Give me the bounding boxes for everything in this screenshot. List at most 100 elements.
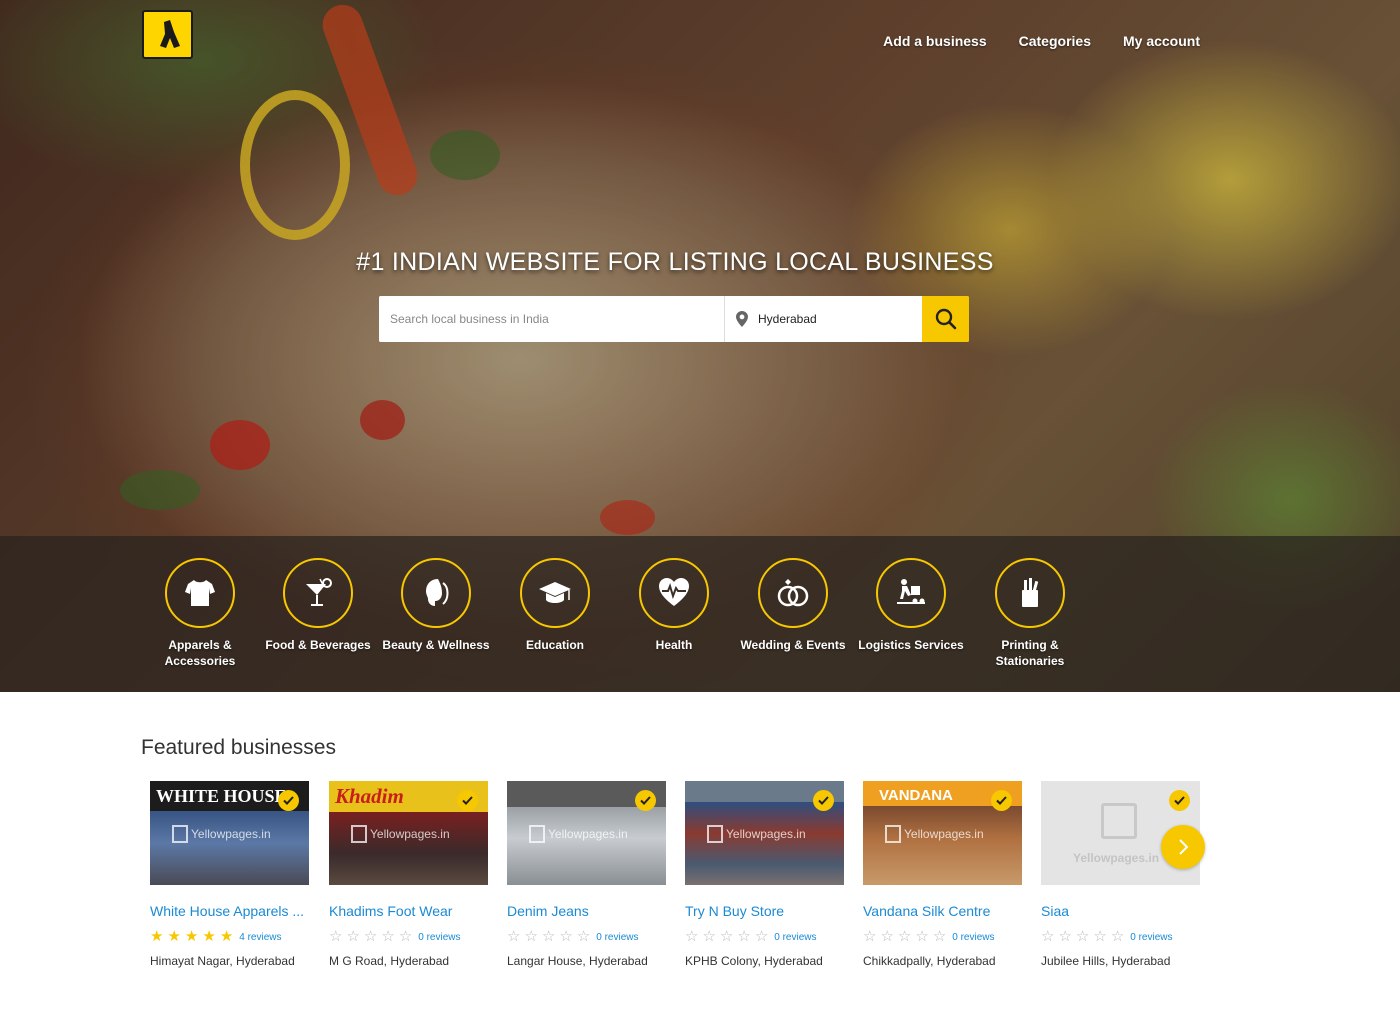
star-icon: ☆ — [398, 928, 413, 945]
heart-pulse-icon — [659, 578, 689, 606]
star-icon: ☆ — [754, 928, 769, 945]
category-apparels[interactable]: Apparels & Accessories — [140, 558, 260, 669]
category-label: Food & Beverages — [265, 638, 371, 652]
watermark-text: Yellowpages.in — [548, 827, 628, 841]
hero-headline: #1 INDIAN WEBSITE FOR LISTING LOCAL BUSI… — [356, 248, 994, 276]
watermark: Yellowpages.in — [351, 825, 450, 843]
category-icon-ring — [639, 558, 709, 628]
shirt-icon — [185, 580, 215, 606]
star-rating: ☆ ☆ ☆ ☆ ☆ — [1041, 928, 1125, 945]
featured-title: Featured businesses — [141, 736, 336, 759]
business-name-link[interactable]: Vandana Silk Centre — [863, 903, 1022, 919]
star-rating: ☆ ☆ ☆ ☆ ☆ — [329, 928, 413, 945]
business-name-link[interactable]: Siaa — [1041, 903, 1200, 919]
rating-row: ☆ ☆ ☆ ☆ ☆ 0 reviews — [329, 928, 488, 945]
location-field-wrap — [725, 296, 922, 342]
carousel-next-button[interactable] — [1161, 825, 1205, 869]
star-rating: ☆ ☆ ☆ ☆ ☆ — [863, 928, 946, 945]
reviews-link[interactable]: 0 reviews — [1130, 932, 1172, 943]
star-rating: ☆ ☆ ☆ ☆ ☆ — [507, 928, 591, 945]
star-icon: ☆ — [1075, 928, 1090, 945]
category-label: Health — [655, 638, 693, 652]
category-education[interactable]: Education — [495, 558, 615, 653]
chevron-right-icon — [1179, 839, 1189, 855]
business-name-link[interactable]: Denim Jeans — [507, 903, 666, 919]
business-thumbnail[interactable]: Yellowpages.in — [685, 781, 844, 885]
star-icon: ☆ — [541, 928, 556, 945]
category-icon-ring — [758, 558, 828, 628]
category-label: Apparels & Accessories — [164, 638, 236, 668]
business-location: M G Road, Hyderabad — [329, 954, 450, 968]
watermark-logo-icon — [529, 825, 545, 843]
star-icon: ☆ — [576, 928, 591, 945]
business-name-link[interactable]: White House Apparels ... — [150, 903, 309, 919]
nav-add-business[interactable]: Add a business — [883, 33, 986, 49]
business-thumbnail[interactable]: Yellowpages.in — [507, 781, 666, 885]
category-health[interactable]: Health — [614, 558, 734, 653]
reviews-link[interactable]: 0 reviews — [774, 932, 816, 943]
reviews-link[interactable]: 0 reviews — [952, 932, 994, 943]
location-input[interactable] — [725, 296, 922, 342]
verified-check-icon — [813, 790, 834, 811]
star-icon: ☆ — [880, 928, 894, 945]
star-icon: ☆ — [524, 928, 538, 945]
business-thumbnail[interactable]: Khadim Yellowpages.in — [329, 781, 488, 885]
rings-icon — [777, 579, 809, 607]
watermark: Yellowpages.in — [707, 825, 806, 843]
watermark-text: Yellowpages.in — [370, 827, 450, 841]
star-icon: ☆ — [329, 928, 343, 945]
reviews-link[interactable]: 0 reviews — [418, 932, 460, 943]
category-icon-ring — [401, 558, 471, 628]
reviews-link[interactable]: 4 reviews — [239, 932, 281, 943]
star-icon: ★ — [150, 928, 164, 945]
watermark: Yellowpages.in — [172, 825, 271, 843]
search-bar — [379, 296, 969, 342]
search-button[interactable] — [922, 296, 969, 342]
watermark-logo-icon — [172, 825, 188, 843]
category-food[interactable]: Food & Beverages — [258, 558, 378, 653]
handcart-icon — [897, 579, 925, 604]
category-icon-ring — [876, 558, 946, 628]
category-wedding[interactable]: Wedding & Events — [733, 558, 853, 653]
business-thumbnail[interactable]: WHITE HOUSE Yellowpages.in — [150, 781, 309, 885]
business-name-link[interactable]: Khadims Foot Wear — [329, 903, 488, 919]
category-label: Beauty & Wellness — [382, 638, 490, 652]
star-icon: ☆ — [685, 928, 699, 945]
watermark-logo-icon — [351, 825, 367, 843]
watermark: Yellowpages.in — [885, 825, 984, 843]
pen-holder-icon — [1022, 578, 1039, 607]
category-label: Logistics Services — [858, 638, 964, 652]
business-thumbnail[interactable]: VANDANA Yellowpages.in — [863, 781, 1022, 885]
business-card: VANDANA Yellowpages.in Vandana Silk Cent… — [863, 781, 1022, 968]
category-label: Wedding & Events — [740, 638, 846, 652]
rating-row: ★ ★ ★ ★ ★ 4 reviews — [150, 928, 309, 945]
reviews-link[interactable]: 0 reviews — [596, 932, 638, 943]
nav-categories[interactable]: Categories — [1019, 33, 1091, 49]
business-card: Yellowpages.in Siaa ☆ ☆ ☆ ☆ ☆ 0 reviews … — [1041, 781, 1200, 968]
logo[interactable] — [142, 10, 193, 59]
watermark-text: Yellowpages.in — [726, 827, 806, 841]
star-icon: ★ — [184, 928, 199, 945]
category-logistics[interactable]: Logistics Services — [851, 558, 971, 653]
business-card: Khadim Yellowpages.in Khadims Foot Wear … — [329, 781, 488, 968]
search-input[interactable] — [379, 296, 725, 342]
star-icon: ☆ — [719, 928, 734, 945]
placeholder-watermark: Yellowpages.in — [1073, 851, 1160, 865]
business-card: Yellowpages.in Denim Jeans ☆ ☆ ☆ ☆ ☆ 0 r… — [507, 781, 666, 968]
star-icon: ☆ — [507, 928, 521, 945]
nav-my-account[interactable]: My account — [1123, 33, 1200, 49]
verified-check-icon — [1169, 790, 1190, 811]
star-rating: ☆ ☆ ☆ ☆ ☆ — [685, 928, 769, 945]
watermark-text: Yellowpages.in — [904, 827, 984, 841]
star-icon: ☆ — [1110, 928, 1125, 945]
business-location: Himayat Nagar, Hyderabad — [150, 954, 295, 968]
location-pin-icon — [736, 311, 748, 327]
business-location: Jubilee Hills, Hyderabad — [1041, 954, 1171, 968]
category-printing[interactable]: Printing & Stationaries — [970, 558, 1090, 669]
business-name-link[interactable]: Try N Buy Store — [685, 903, 844, 919]
star-rating: ★ ★ ★ ★ ★ — [150, 928, 233, 945]
cocktail-icon — [306, 578, 332, 606]
star-icon: ☆ — [381, 928, 395, 945]
verified-check-icon — [991, 790, 1012, 811]
category-beauty[interactable]: Beauty & Wellness — [376, 558, 496, 653]
